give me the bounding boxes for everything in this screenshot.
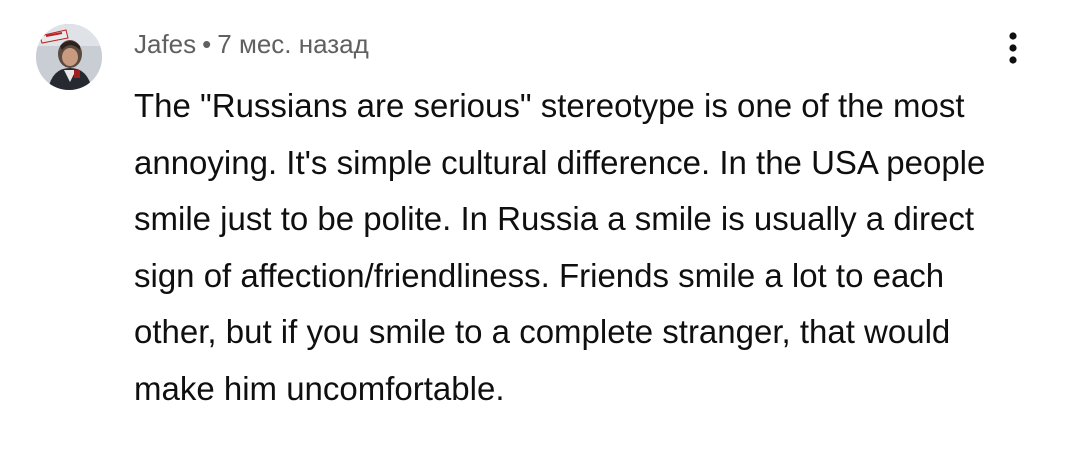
avatar[interactable] xyxy=(36,24,102,90)
user-avatar-photo xyxy=(36,24,102,90)
comment-card: Jafes • 7 мес. назад The "Russians are ser… xyxy=(0,0,1079,476)
comment-text: The "Russians are serious" stereotype is… xyxy=(134,87,986,407)
meta-separator: • xyxy=(202,29,212,59)
comment-timestamp[interactable]: 7 мес. назад xyxy=(217,29,369,59)
comment-menu-button[interactable] xyxy=(996,28,1030,68)
comment-header: Jafes • 7 мес. назад xyxy=(134,26,369,62)
author-name[interactable]: Jafes xyxy=(134,29,196,59)
more-vert-icon xyxy=(1009,32,1017,64)
